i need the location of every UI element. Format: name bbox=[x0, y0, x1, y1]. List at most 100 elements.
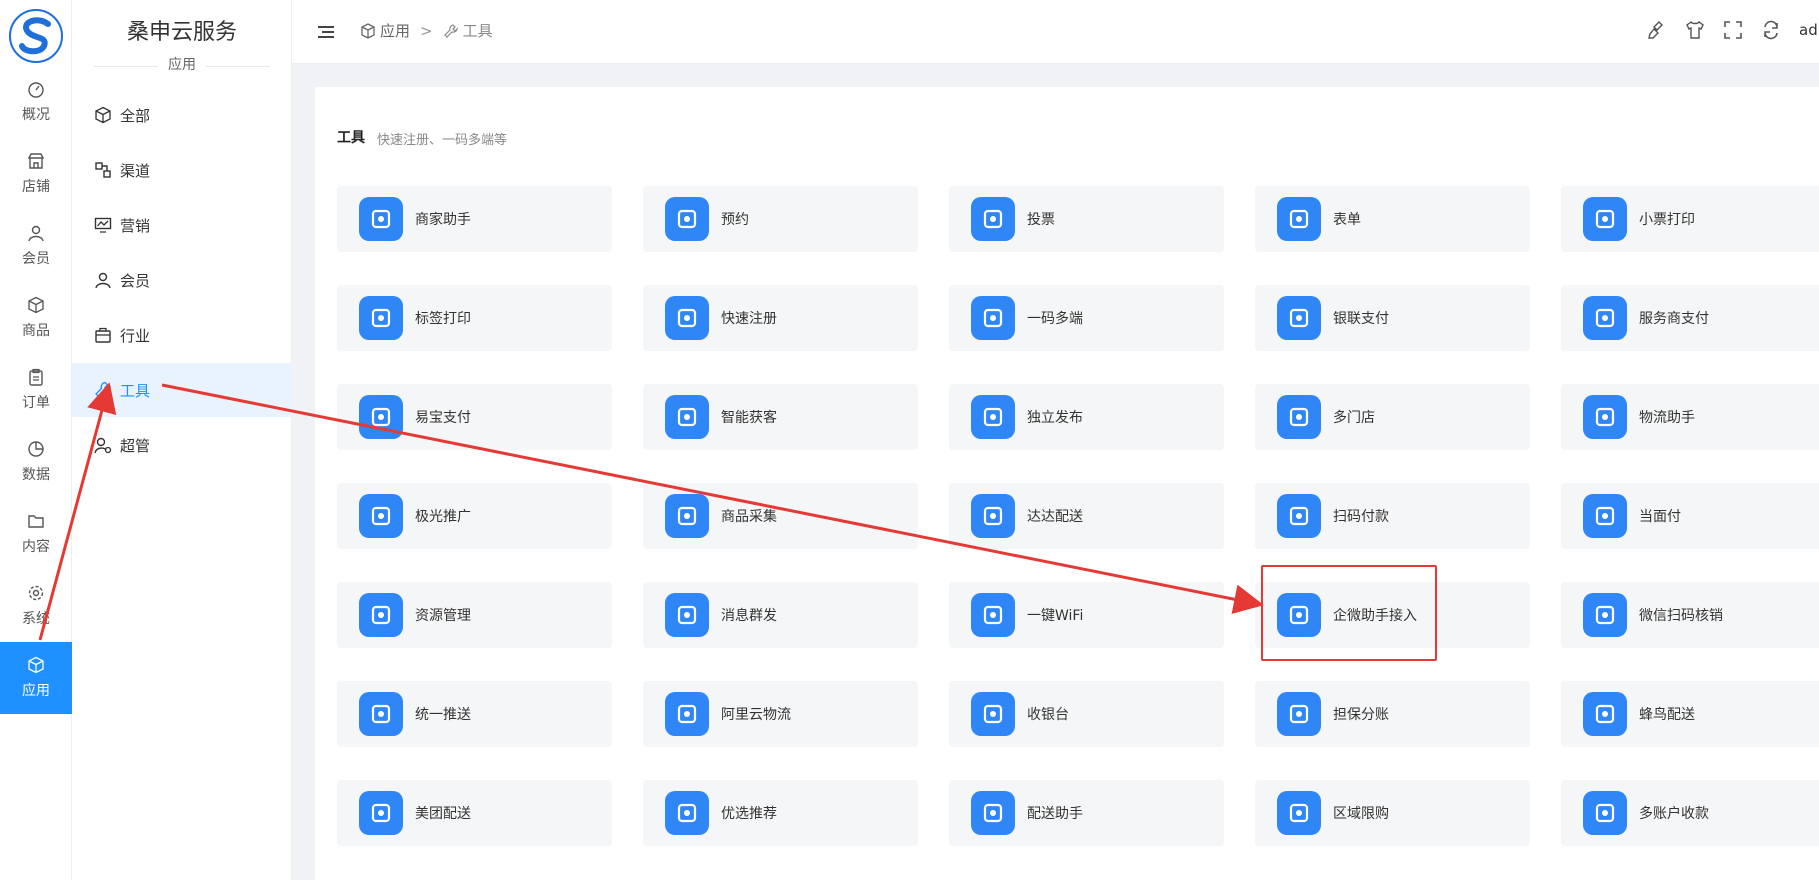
tool-tile[interactable]: 消息群发 bbox=[643, 582, 918, 648]
tool-tile[interactable]: 预约 bbox=[643, 186, 918, 252]
tool-tile[interactable]: 美团配送 bbox=[337, 780, 612, 846]
fullscreen-icon[interactable] bbox=[1723, 20, 1743, 40]
rail-item-5[interactable]: 数据 bbox=[0, 426, 72, 498]
sub-item-label: 渠道 bbox=[120, 161, 151, 180]
tool-label: 美团配送 bbox=[415, 806, 471, 822]
breadcrumb-root[interactable]: 应用 bbox=[380, 20, 410, 41]
tool-tile[interactable]: 商品采集 bbox=[643, 483, 918, 549]
tool-tile[interactable]: 多门店 bbox=[1255, 384, 1530, 450]
sub-sidebar: 桑申云服务 应用 全部渠道营销 会员行业工具超管 bbox=[72, 0, 292, 880]
tool-tile[interactable]: 极光推广 bbox=[337, 483, 612, 549]
refresh-icon[interactable] bbox=[1761, 20, 1781, 40]
brand-subtitle: 应用 bbox=[168, 57, 196, 73]
tool-tile[interactable]: 收银台 bbox=[949, 681, 1224, 747]
sub-item-2[interactable]: 营销 bbox=[72, 198, 292, 252]
tool-icon bbox=[359, 791, 403, 835]
rail-item-3[interactable]: 商品 bbox=[0, 282, 72, 354]
brand-title: 桑申云服务 bbox=[126, 20, 237, 45]
tool-label: 标签打印 bbox=[415, 311, 471, 327]
breadcrumb-current: 工具 bbox=[462, 22, 493, 40]
tool-tile[interactable]: 一码多端 bbox=[949, 285, 1224, 351]
tool-icon bbox=[971, 791, 1015, 835]
tool-tile[interactable]: 表单 bbox=[1255, 186, 1530, 252]
tool-tile[interactable]: 标签打印 bbox=[337, 285, 612, 351]
user-name[interactable]: ad bbox=[1799, 21, 1819, 39]
rail-item-label: 店铺 bbox=[22, 179, 50, 195]
sub-item-1[interactable]: 渠道 bbox=[72, 143, 292, 197]
tool-tile[interactable]: 蜂鸟配送 bbox=[1561, 681, 1819, 747]
tool-label: 银联支付 bbox=[1333, 311, 1389, 327]
tool-tile[interactable]: 达达配送 bbox=[949, 483, 1224, 549]
tool-icon bbox=[359, 395, 403, 439]
sub-item-0[interactable]: 全部 bbox=[72, 88, 292, 142]
sub-item-4[interactable]: 行业 bbox=[72, 308, 292, 362]
tool-icon bbox=[665, 494, 709, 538]
tool-icon bbox=[971, 692, 1015, 736]
tool-label: 独立发布 bbox=[1027, 410, 1083, 426]
tool-tile[interactable]: 统一推送 bbox=[337, 681, 612, 747]
tool-label: 蜂鸟配送 bbox=[1639, 707, 1695, 723]
sub-item-6[interactable]: 超管 bbox=[72, 418, 292, 472]
tool-icon bbox=[665, 395, 709, 439]
tool-icon bbox=[665, 197, 709, 241]
tool-icon bbox=[359, 593, 403, 637]
tool-tile[interactable]: 一键WiFi bbox=[949, 582, 1224, 648]
tool-tile[interactable]: 独立发布 bbox=[949, 384, 1224, 450]
tool-label: 扫码付款 bbox=[1333, 509, 1389, 525]
rail-item-6[interactable]: 内容 bbox=[0, 498, 72, 570]
tool-tile[interactable]: 阿里云物流 bbox=[643, 681, 918, 747]
tool-tile[interactable]: 资源管理 bbox=[337, 582, 612, 648]
sub-item-label: 工具 bbox=[120, 381, 151, 400]
rail-item-4[interactable]: 订单 bbox=[0, 354, 72, 426]
tool-tile[interactable]: 小票打印 bbox=[1561, 186, 1819, 252]
clipboard-icon bbox=[29, 368, 43, 386]
tool-tile[interactable]: 投票 bbox=[949, 186, 1224, 252]
tool-label: 当面付 bbox=[1639, 509, 1681, 525]
tool-icon bbox=[1583, 296, 1627, 340]
rail-item-8[interactable]: 应用 bbox=[0, 642, 72, 714]
brand-logo bbox=[9, 9, 63, 63]
rail-item-7[interactable]: 系统 bbox=[0, 570, 72, 642]
tool-label: 优选推荐 bbox=[721, 806, 777, 822]
sub-item-5[interactable]: 工具 bbox=[72, 363, 292, 417]
tool-tile[interactable]: 多账户收款 bbox=[1561, 780, 1819, 846]
tool-icon bbox=[1277, 197, 1321, 241]
shirt-icon[interactable] bbox=[1685, 20, 1705, 40]
tool-label: 多门店 bbox=[1333, 410, 1375, 426]
rail-item-1[interactable]: 店铺 bbox=[0, 138, 72, 210]
tool-label: 一键WiFi bbox=[1027, 608, 1084, 624]
tool-label: 阿里云物流 bbox=[721, 707, 791, 723]
tool-icon bbox=[359, 296, 403, 340]
tool-tile[interactable]: 区域限购 bbox=[1255, 780, 1530, 846]
rail-item-label: 概况 bbox=[22, 107, 50, 123]
rail-item-0[interactable]: 概况 bbox=[0, 66, 72, 138]
menu-toggle-icon[interactable] bbox=[316, 22, 336, 42]
tool-tile[interactable]: 优选推荐 bbox=[643, 780, 918, 846]
brush-icon[interactable] bbox=[1647, 20, 1667, 40]
cube-icon bbox=[28, 656, 44, 674]
tool-tile[interactable]: 微信扫码核销 bbox=[1561, 582, 1819, 648]
tool-tile[interactable]: 物流助手 bbox=[1561, 384, 1819, 450]
pie-chart-icon bbox=[28, 441, 44, 457]
tool-tile[interactable]: 智能获客 bbox=[643, 384, 918, 450]
tool-tile[interactable]: 商家助手 bbox=[337, 186, 612, 252]
cube-icon bbox=[28, 296, 44, 314]
rail-item-label: 系统 bbox=[22, 611, 50, 627]
rail-item-label: 数据 bbox=[22, 467, 50, 483]
tool-tile[interactable]: 担保分账 bbox=[1255, 681, 1530, 747]
tool-tile[interactable]: 银联支付 bbox=[1255, 285, 1530, 351]
tool-icon bbox=[971, 395, 1015, 439]
sub-item-3[interactable]: 会员 bbox=[72, 253, 292, 307]
cube-icon bbox=[95, 106, 111, 124]
tool-tile[interactable]: 快速注册 bbox=[643, 285, 918, 351]
wrench-icon bbox=[95, 381, 111, 398]
tool-tile[interactable]: 配送助手 bbox=[949, 780, 1224, 846]
tool-tile[interactable]: 服务商支付 bbox=[1561, 285, 1819, 351]
tool-label: 多账户收款 bbox=[1639, 806, 1709, 822]
rail-item-2[interactable]: 会员 bbox=[0, 210, 72, 282]
sub-item-label: 行业 bbox=[120, 326, 151, 345]
wrench-icon bbox=[443, 23, 458, 38]
tool-tile[interactable]: 当面付 bbox=[1561, 483, 1819, 549]
tool-tile[interactable]: 扫码付款 bbox=[1255, 483, 1530, 549]
tool-tile[interactable]: 易宝支付 bbox=[337, 384, 612, 450]
